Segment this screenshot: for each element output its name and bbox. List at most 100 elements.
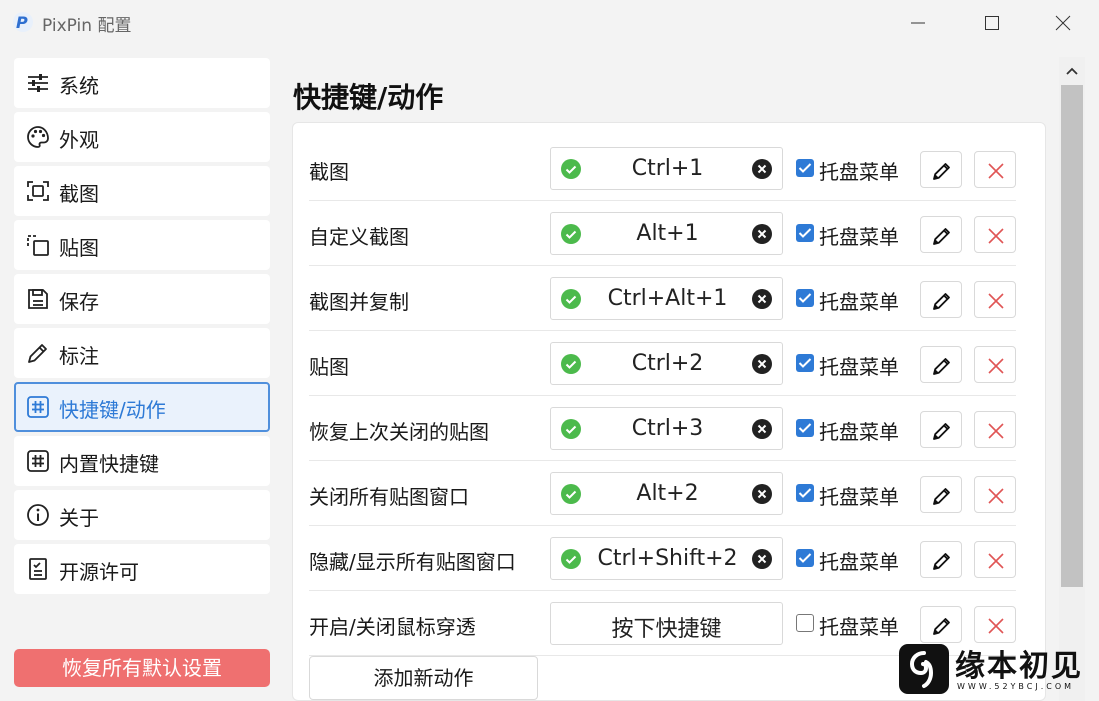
clear-hotkey-icon[interactable] [752,419,772,439]
tray-menu-checkbox[interactable] [796,549,814,567]
reset-defaults-button[interactable]: 恢复所有默认设置 [14,649,270,687]
delete-x-icon [988,293,1004,309]
delete-x-icon [988,163,1004,179]
delete-x-icon [988,618,1004,634]
edit-action-button[interactable] [920,151,962,188]
maximize-button[interactable] [956,0,1028,46]
tray-menu-checkbox[interactable] [796,289,814,307]
sidebar-item-screenshot[interactable]: 截图 [14,166,270,216]
delete-action-button[interactable] [974,151,1016,188]
edit-action-button[interactable] [920,476,962,513]
sidebar-item-label: 外观 [59,128,99,152]
hotkey-input[interactable]: Alt+1 [550,212,783,255]
clear-hotkey-icon[interactable] [752,159,772,179]
maximize-icon [985,16,999,30]
clear-hotkey-icon[interactable] [752,354,772,374]
tray-menu-checkbox[interactable] [796,484,814,502]
sidebar-item-builtin-hotkeys[interactable]: 内置快捷键 [14,436,270,486]
hotkey-prompt: 按下快捷键 [611,617,722,642]
scroll-up-arrow-icon[interactable] [1066,67,1078,75]
tray-menu-checkbox[interactable] [796,419,814,437]
hotkey-input[interactable]: Alt+2 [550,472,783,515]
license-icon [29,558,47,580]
check-circle-icon [561,224,581,244]
delete-action-button[interactable] [974,216,1016,253]
sidebar-item-about[interactable]: 关于 [14,490,270,540]
check-circle-icon [561,159,581,179]
hotkey-value: Ctrl+1 [631,156,704,181]
edit-action-button[interactable] [920,411,962,448]
tray-menu-checkbox[interactable] [796,224,814,242]
delete-x-icon [988,228,1004,244]
check-circle-icon [561,549,581,569]
close-window-button[interactable] [1027,0,1099,46]
delete-x-icon [988,488,1004,504]
edit-action-button[interactable] [920,281,962,318]
sidebar-item-system[interactable]: 系统 [14,58,270,108]
main-content: 快捷键/动作 截图 Ctrl+1 托盘菜单 自定义截图 Alt+1 托盘菜单 截… [284,46,1058,701]
sidebar-item-pin[interactable]: 贴图 [14,220,270,270]
edit-action-button[interactable] [920,346,962,383]
hotkey-list-card: 截图 Ctrl+1 托盘菜单 自定义截图 Alt+1 托盘菜单 截图并复制 Ct… [292,122,1046,701]
sidebar-item-label: 截图 [59,182,99,206]
hotkey-row: 自定义截图 Alt+1 托盘菜单 [309,201,1016,266]
edit-action-button[interactable] [920,216,962,253]
palette-icon [27,126,49,148]
minimize-button[interactable] [882,0,954,46]
pencil-icon [933,163,950,180]
tray-menu-label: 托盘菜单 [819,290,899,314]
hotkey-input[interactable]: Ctrl+Shift+2 [550,537,783,580]
clear-hotkey-icon[interactable] [752,484,772,504]
hotkey-input[interactable]: Ctrl+Alt+1 [550,277,783,320]
pencil-icon [933,423,950,440]
action-label: 隐藏/显示所有贴图窗口 [309,550,516,574]
tray-menu-checkbox[interactable] [796,354,814,372]
clear-hotkey-icon[interactable] [752,549,772,569]
hash-icon [27,396,49,418]
delete-action-button[interactable] [974,411,1016,448]
edit-action-button[interactable] [920,541,962,578]
delete-action-button[interactable] [974,346,1016,383]
hotkey-row: 截图 Ctrl+1 托盘菜单 [309,136,1016,201]
edit-action-button[interactable] [920,606,962,643]
check-circle-icon [561,484,581,504]
sidebar-item-license[interactable]: 开源许可 [14,544,270,594]
delete-action-button[interactable] [974,476,1016,513]
add-action-button[interactable]: 添加新动作 [309,656,538,700]
watermark-url: WWW.52YBCJ.COM [957,682,1075,691]
hotkey-input[interactable]: Ctrl+2 [550,342,783,385]
hotkey-value: Ctrl+Alt+1 [607,286,728,311]
hotkey-input[interactable]: Ctrl+3 [550,407,783,450]
scrollbar-thumb[interactable] [1061,85,1083,587]
page-title: 快捷键/动作 [293,81,444,114]
hotkey-row: 关闭所有贴图窗口 Alt+2 托盘菜单 [309,461,1016,526]
action-label: 截图并复制 [309,290,409,314]
vertical-scrollbar[interactable] [1059,57,1085,701]
action-label: 截图 [309,160,349,184]
delete-action-button[interactable] [974,606,1016,643]
sidebar: 系统 外观 截图 贴图 保存 标注 快捷键/动作 内置快捷键 关于 开源许可 恢… [0,46,284,701]
hotkey-input[interactable]: Ctrl+1 [550,147,783,190]
sidebar-item-hotkeys[interactable]: 快捷键/动作 [14,382,270,432]
clear-hotkey-icon[interactable] [752,224,772,244]
pencil-icon [933,618,950,635]
tray-menu-checkbox[interactable] [796,614,814,632]
action-label: 恢复上次关闭的贴图 [309,420,489,444]
sidebar-item-label: 系统 [59,74,99,98]
info-icon [27,504,49,526]
sidebar-item-annotate[interactable]: 标注 [14,328,270,378]
sidebar-item-appearance[interactable]: 外观 [14,112,270,162]
hotkey-row: 截图并复制 Ctrl+Alt+1 托盘菜单 [309,266,1016,331]
pencil-icon [933,293,950,310]
delete-action-button[interactable] [974,281,1016,318]
clear-hotkey-icon[interactable] [752,289,772,309]
delete-x-icon [988,553,1004,569]
hotkey-input[interactable]: 按下快捷键 [550,602,783,645]
screenshot-icon [27,181,49,201]
hotkey-row: 隐藏/显示所有贴图窗口 Ctrl+Shift+2 托盘菜单 [309,526,1016,591]
tray-menu-checkbox[interactable] [796,159,814,177]
sidebar-item-save[interactable]: 保存 [14,274,270,324]
sidebar-item-label: 快捷键/动作 [59,398,166,422]
delete-action-button[interactable] [974,541,1016,578]
hotkey-value: Ctrl+Shift+2 [597,546,738,571]
